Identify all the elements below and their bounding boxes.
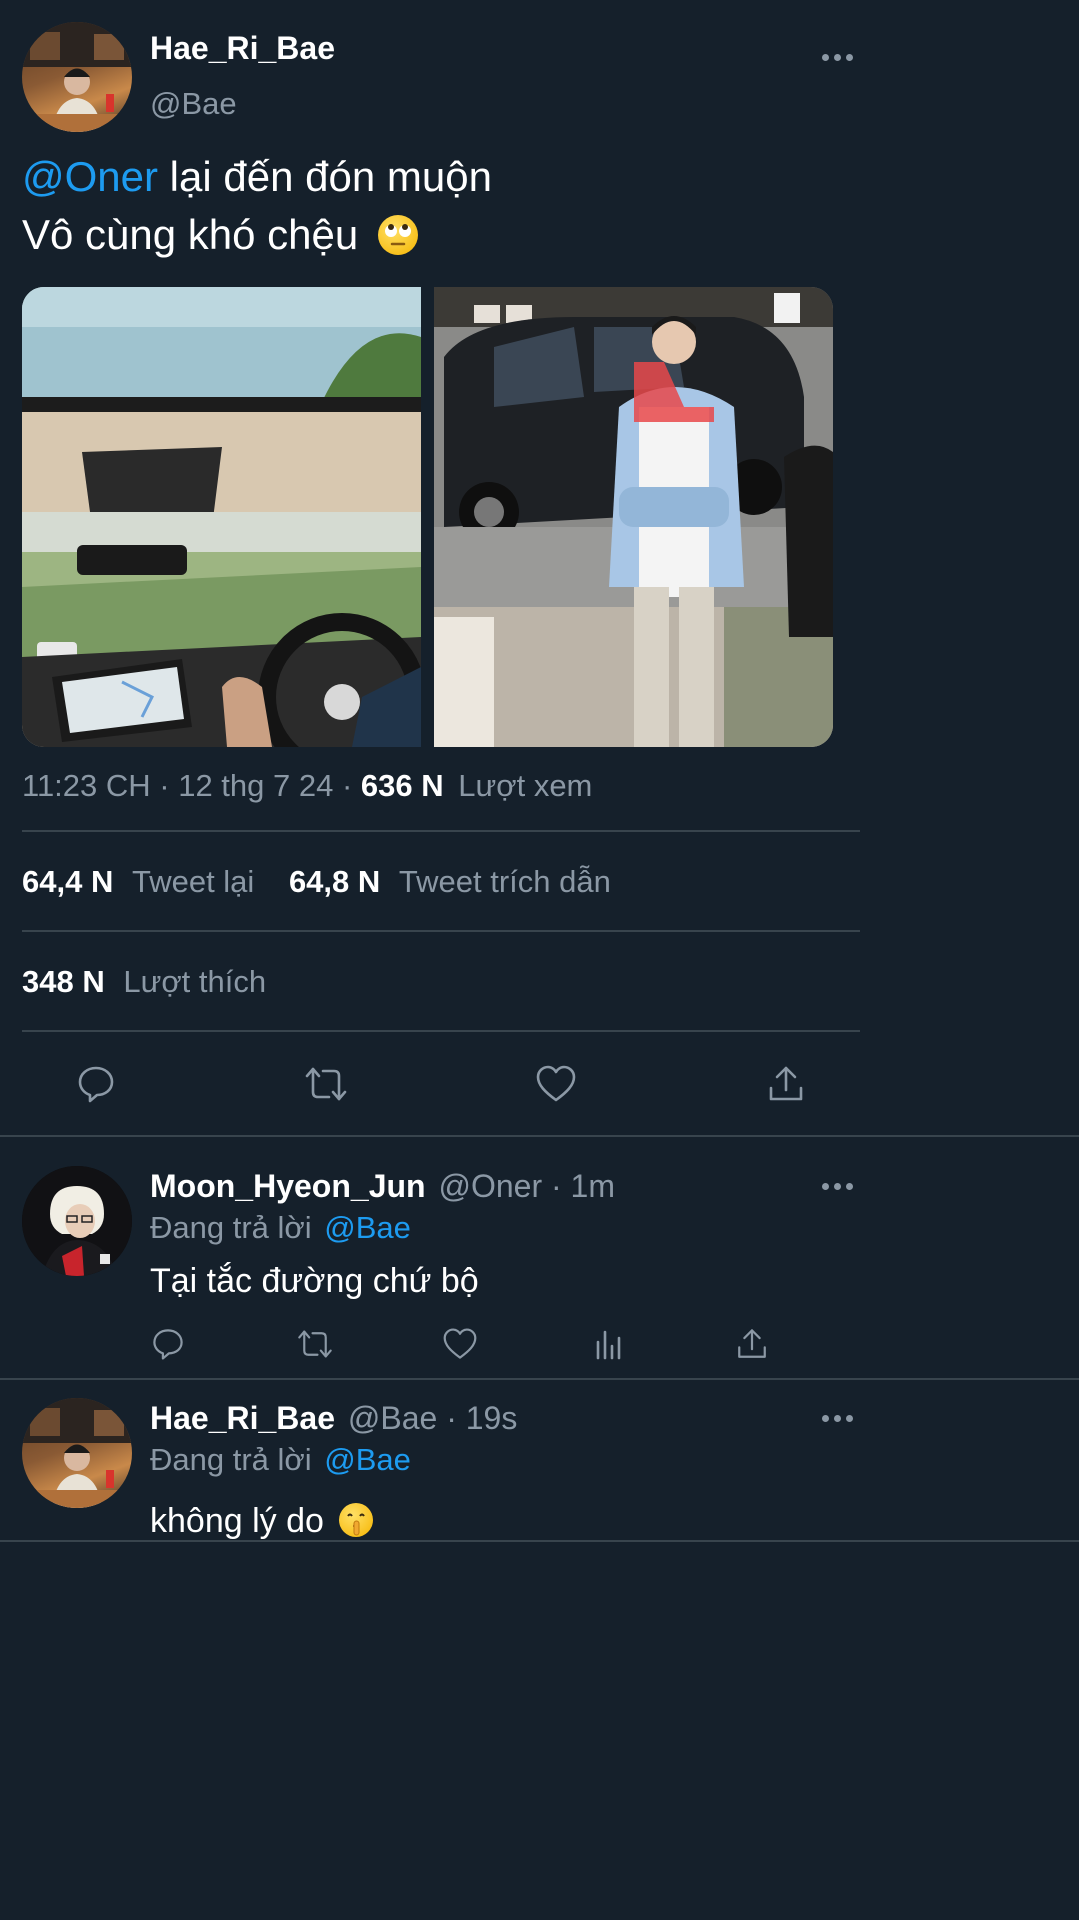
main-tweet-avatar[interactable] bbox=[22, 22, 132, 132]
replying-to-link[interactable]: @Bae bbox=[324, 1442, 411, 1477]
reply-button[interactable] bbox=[148, 1324, 188, 1364]
main-tweet-display-name[interactable]: Hae_Ri_Bae bbox=[150, 30, 335, 67]
share-icon bbox=[738, 1329, 766, 1358]
divider bbox=[22, 930, 860, 932]
heart-icon bbox=[443, 1328, 477, 1359]
replying-to-link[interactable]: @Bae bbox=[324, 1210, 411, 1245]
tweet-meta: 11:23 CH · 12 thg 7 24 · 636 N Lượt xem bbox=[22, 768, 592, 804]
face-with-rolling-eyes-icon bbox=[377, 214, 418, 255]
replying-label: Đang trả lời bbox=[150, 1210, 312, 1245]
main-tweet-line-2: Vô cùng khó chệu bbox=[22, 206, 492, 264]
bar-chart-icon bbox=[596, 1330, 621, 1360]
media-photo-car-interior[interactable] bbox=[22, 287, 426, 747]
reply-avatar[interactable] bbox=[22, 1398, 132, 1508]
retweet-button[interactable] bbox=[296, 1058, 356, 1110]
more-options-icon[interactable] bbox=[822, 54, 853, 61]
like-button[interactable] bbox=[526, 1058, 586, 1110]
main-tweet-line-1-text: lại đến đón muộn bbox=[158, 153, 492, 200]
avatar-photo bbox=[22, 22, 132, 132]
share-icon bbox=[769, 1066, 803, 1101]
main-tweet-text: @Oner lại đến đón muộn Vô cùng khó chệu bbox=[22, 148, 492, 264]
reply-text-row: không lý do bbox=[150, 1502, 374, 1541]
media-photo-street[interactable] bbox=[434, 287, 833, 747]
main-tweet-line-2-text: Vô cùng khó chệu bbox=[22, 211, 359, 258]
share-button[interactable] bbox=[756, 1058, 816, 1110]
retweets-count: 64,4 N bbox=[22, 864, 114, 899]
reply-handle-time[interactable]: @Bae · 19s bbox=[348, 1400, 517, 1436]
reply-text: không lý do bbox=[150, 1502, 324, 1540]
divider bbox=[22, 830, 860, 832]
quotes-count: 64,8 N bbox=[288, 864, 381, 899]
reply-display-name[interactable]: Hae_Ri_Bae bbox=[150, 1400, 335, 1436]
reply-header: Hae_Ri_Bae @Bae · 19s bbox=[150, 1400, 517, 1437]
more-options-icon[interactable] bbox=[822, 1415, 853, 1422]
reply-text: Tại tắc đường chứ bộ bbox=[150, 1262, 479, 1300]
divider bbox=[22, 1030, 860, 1032]
reply-avatar[interactable] bbox=[22, 1166, 132, 1276]
reply-button[interactable] bbox=[66, 1058, 126, 1110]
views-label: Lượt xem bbox=[458, 768, 593, 803]
retweet-button[interactable] bbox=[293, 1324, 337, 1364]
avatar-photo bbox=[22, 1398, 132, 1508]
more-options-icon[interactable] bbox=[822, 1183, 853, 1190]
main-tweet-handle[interactable]: @Bae bbox=[150, 86, 237, 122]
reply-handle-time[interactable]: @Oner · 1m bbox=[438, 1168, 615, 1204]
like-button[interactable] bbox=[440, 1324, 480, 1364]
main-tweet-line-1: @Oner lại đến đón muộn bbox=[22, 148, 492, 206]
replying-to: Đang trả lời @Bae bbox=[150, 1210, 411, 1246]
heart-icon bbox=[536, 1065, 576, 1102]
likes-label: Lượt thích bbox=[123, 964, 267, 999]
reply-icon bbox=[78, 1066, 114, 1103]
media-grid bbox=[22, 287, 833, 747]
analytics-button[interactable] bbox=[588, 1324, 628, 1364]
mention-link[interactable]: @Oner bbox=[22, 153, 158, 200]
retweet-icon bbox=[298, 1330, 332, 1358]
divider bbox=[0, 1135, 1079, 1137]
retweet-quote-stats: 64,4 N Tweet lại 64,8 N Tweet trích dẫn bbox=[22, 864, 611, 900]
replying-to: Đang trả lời @Bae bbox=[150, 1442, 411, 1478]
retweets-stat[interactable]: 64,4 N Tweet lại bbox=[22, 864, 263, 899]
divider bbox=[0, 1378, 1079, 1380]
replying-label: Đang trả lời bbox=[150, 1442, 312, 1477]
quotes-stat[interactable]: 64,8 N Tweet trích dẫn bbox=[289, 864, 611, 899]
likes-count: 348 N bbox=[22, 964, 105, 999]
shushing-face-icon bbox=[339, 1503, 374, 1538]
reply-display-name[interactable]: Moon_Hyeon_Jun bbox=[150, 1168, 426, 1204]
tweet-timestamp[interactable]: 11:23 CH · 12 thg 7 24 · bbox=[22, 768, 361, 803]
reply-icon bbox=[153, 1329, 183, 1360]
avatar-photo bbox=[22, 1166, 132, 1276]
retweet-icon bbox=[305, 1067, 347, 1101]
views-count: 636 N bbox=[360, 768, 444, 803]
reply-header: Moon_Hyeon_Jun @Oner · 1m bbox=[150, 1168, 615, 1205]
share-button[interactable] bbox=[732, 1324, 772, 1364]
quotes-label: Tweet trích dẫn bbox=[398, 864, 611, 899]
likes-stat[interactable]: 348 N Lượt thích bbox=[22, 964, 266, 1000]
retweets-label: Tweet lại bbox=[131, 864, 255, 899]
divider bbox=[0, 1540, 1079, 1542]
